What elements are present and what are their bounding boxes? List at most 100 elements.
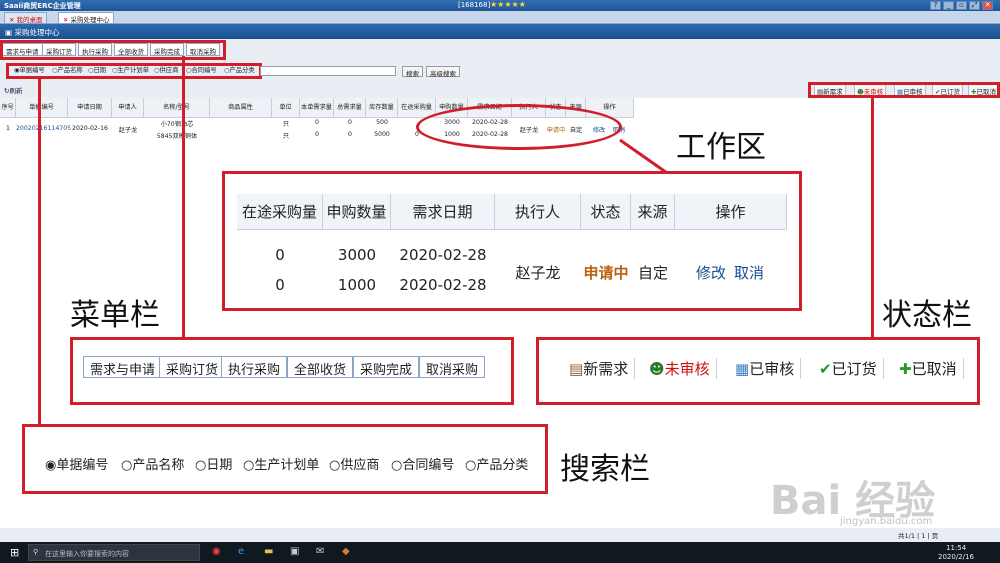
status-annotation-box: [808, 82, 1000, 98]
zoom-col-purchase-qty: 申购数量: [323, 194, 391, 230]
close-button[interactable]: ✕: [982, 1, 993, 10]
zoom-tab-cancel[interactable]: 取消采购: [419, 356, 486, 378]
maximize-button[interactable]: ⤢: [969, 1, 980, 10]
mail-icon[interactable]: ✉: [316, 546, 324, 557]
taskbar: ⊞ ⚲ 在这里输入你要搜索的内容 ◉ e ▬ ▣ ✉ ◆ 11:54 2020/…: [0, 542, 1000, 563]
clipboard-icon: ▤: [569, 360, 584, 378]
plus-icon: ✚: [899, 360, 912, 378]
cell-this-req: 0: [315, 119, 319, 126]
cell-apply-date: 2020-02-16: [72, 125, 108, 132]
zoom-tab-receive[interactable]: 全部收货: [287, 356, 354, 378]
zoom-cell: 0: [275, 276, 285, 294]
col-total-req: 总需求量: [334, 98, 366, 118]
windows-start-icon[interactable]: ⊞: [10, 546, 19, 559]
zoom-radio-category[interactable]: ○产品分类: [465, 454, 528, 473]
zoom-radio-contract[interactable]: ○合同编号: [391, 454, 454, 473]
zoom-col-actions: 操作: [675, 194, 787, 230]
search-connector: [38, 76, 41, 428]
status-zoom-panel: ▤新需求 ☻未审核 ▦已审核 ✔已订货 ✚已取消: [536, 337, 980, 405]
col-name: 名称/型号: [144, 98, 210, 118]
close-icon[interactable]: ✕: [9, 16, 14, 24]
module-icon: ▣: [5, 28, 13, 37]
zoom-tab-execute[interactable]: 执行采购: [221, 356, 288, 378]
cell-total-req: 0: [348, 119, 352, 126]
zoom-cell: 3000: [337, 246, 377, 264]
help-button[interactable]: ?: [930, 1, 941, 10]
rating-stars: ★★★★★: [490, 0, 526, 9]
menu-zoom-panel: 需求与申请 采购订货 执行采购 全部收货 采购完成 取消采购: [70, 337, 514, 405]
app-title: Saaii商贸ERC企业管理: [4, 2, 81, 10]
title-bar: Saaii商贸ERC企业管理 [168168] ★★★★★ ? _ ▫ ⤢ ✕: [0, 0, 1000, 11]
zoom-cell: 2020-02-28: [399, 276, 487, 294]
chrome-icon[interactable]: ◉: [212, 546, 221, 557]
folder-icon[interactable]: ▬: [264, 546, 273, 557]
search-button[interactable]: 搜索: [402, 66, 423, 78]
cell-unit: 只: [282, 121, 290, 128]
workspace-label: 工作区: [676, 130, 766, 165]
zoom-col-in-transit: 在途采购量: [237, 194, 323, 230]
watermark-url: jingyan.baidu.com: [840, 516, 933, 527]
zoom-col-executor: 执行人: [495, 194, 581, 230]
zoom-col-status: 状态: [581, 194, 631, 230]
workspace-zoom-panel: 在途采购量 申购数量 需求日期 执行人 状态 来源 操作 0 3000 2020…: [222, 171, 802, 311]
close-icon[interactable]: ✕: [63, 16, 68, 24]
zoom-status-reviewed[interactable]: ▦已审核: [729, 358, 802, 379]
zoom-cell: 0: [275, 246, 285, 264]
zoom-tab-demand[interactable]: 需求与申请: [83, 356, 163, 378]
tab-purchase-center[interactable]: ✕ 采购处理中心: [58, 12, 115, 24]
col-stock: 库存数量: [366, 98, 398, 118]
zoom-edit-link[interactable]: 修改: [693, 262, 729, 283]
minimize-button[interactable]: _: [943, 1, 954, 10]
menu-connector: [182, 56, 185, 338]
restore-button[interactable]: ▫: [956, 1, 967, 10]
search-input[interactable]: [260, 66, 396, 76]
approved-doc-icon: ▦: [735, 360, 750, 378]
taskbar-search-placeholder: 在这里输入你要搜索的内容: [45, 550, 129, 558]
zoom-cell-executor: 赵子龙: [515, 264, 561, 282]
cell-name: 小70钢油芯: [160, 121, 194, 128]
zoom-cancel-link[interactable]: 取消: [731, 262, 767, 283]
menu-bar-label: 菜单栏: [70, 298, 160, 333]
search-annotation-box: [6, 63, 262, 79]
advanced-search-button[interactable]: 高级搜索: [426, 66, 460, 78]
zoom-radio-supplier[interactable]: ○供应商: [329, 454, 379, 473]
zoom-cell: 1000: [337, 276, 377, 294]
user-id: [168168]: [458, 1, 491, 9]
pager[interactable]: 共1/1 | 1 | 页: [898, 530, 938, 540]
taskbar-search-input[interactable]: ⚲ 在这里输入你要搜索的内容: [28, 544, 200, 561]
status-bar-label: 状态栏: [882, 298, 972, 333]
zoom-status-cancelled[interactable]: ✚已取消: [893, 358, 964, 379]
col-this-req: 本单需求量: [300, 98, 334, 118]
app-icon[interactable]: ◆: [342, 546, 350, 557]
cell-stock: 500: [376, 119, 388, 126]
zoom-radio-doc-no[interactable]: ◉单据编号: [45, 454, 108, 473]
zoom-radio-date[interactable]: ○日期: [195, 454, 232, 473]
edge-icon[interactable]: e: [238, 546, 244, 557]
zoom-tab-complete[interactable]: 采购完成: [353, 356, 420, 378]
zoom-radio-plan[interactable]: ○生产计划单: [243, 454, 319, 473]
zoom-status-unreviewed[interactable]: ☻未审核: [643, 358, 717, 379]
refresh-button[interactable]: ↻刷新: [4, 85, 22, 95]
cell-doc-no[interactable]: 20020216114705: [16, 125, 71, 132]
col-unit: 单位: [272, 98, 300, 118]
status-connector: [871, 96, 874, 340]
menu-annotation-box: [0, 40, 226, 60]
module-header: ▣ 采购处理中心: [0, 24, 1000, 39]
store-icon[interactable]: ▣: [290, 546, 299, 557]
tab-desktop[interactable]: ✕ 我的桌面: [4, 12, 48, 24]
search-zoom-panel: ◉单据编号 ○产品名称 ○日期 ○生产计划单 ○供应商 ○合同编号 ○产品分类: [22, 424, 548, 494]
zoom-col-need-date: 需求日期: [391, 194, 495, 230]
cell-name: 5845双模铜体: [156, 133, 198, 140]
users-icon: ☻: [649, 360, 665, 378]
check-circle-icon: ✔: [819, 360, 832, 378]
col-attr: 商品属性: [210, 98, 272, 118]
zoom-cell-status: 申请中: [583, 264, 629, 282]
zoom-radio-product[interactable]: ○产品名称: [121, 454, 184, 473]
search-bar-label: 搜索栏: [560, 452, 650, 487]
zoom-tab-order[interactable]: 采购订货: [159, 356, 226, 378]
zoom-status-new[interactable]: ▤新需求: [563, 358, 636, 379]
col-index: 序号: [0, 98, 16, 118]
zoom-status-ordered[interactable]: ✔已订货: [813, 358, 884, 379]
col-applicant: 申请人: [112, 98, 144, 118]
cell-index: 1: [6, 125, 10, 132]
